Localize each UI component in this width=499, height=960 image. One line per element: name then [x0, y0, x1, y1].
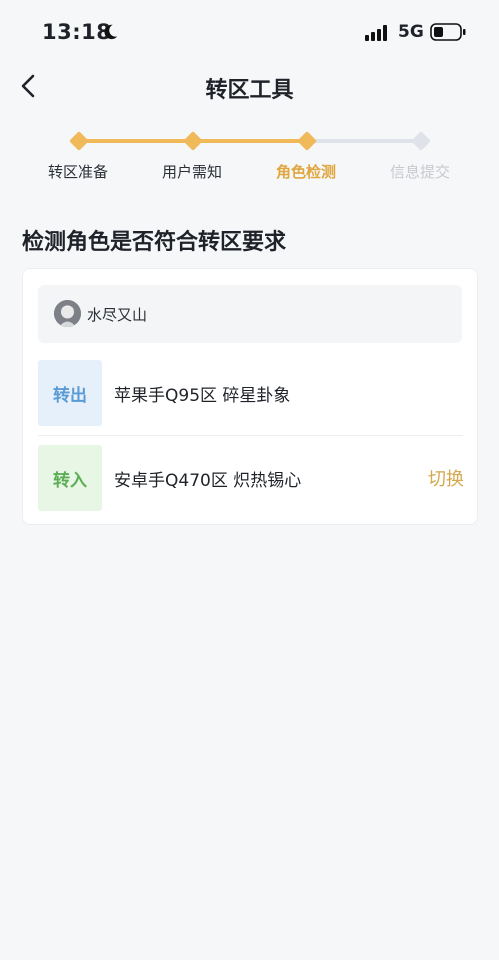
section-title: 检测角色是否符合转区要求: [22, 230, 287, 255]
switch-server-button[interactable]: 切换: [428, 465, 464, 491]
transfer-out-server: 苹果手Q95区 碎星卦象: [114, 386, 291, 406]
step-label-1: 转区准备: [47, 163, 108, 181]
transfer-in-server: 安卓手Q470区 炽热锡心: [114, 471, 302, 491]
transfer-out-row: 转出 苹果手Q95区 碎星卦象: [38, 360, 464, 426]
step-marker-1: [69, 131, 89, 151]
divider: [38, 435, 463, 436]
step-label-4: 信息提交: [389, 163, 450, 181]
page-title: 转区工具: [205, 78, 294, 103]
battery-icon: [430, 23, 466, 41]
status-bar: 13:18 5G: [0, 0, 499, 66]
user-name: 水尽又山: [87, 306, 148, 324]
step-connector: [307, 139, 421, 143]
transfer-in-row: 转入 安卓手Q470区 炽热锡心 切换: [38, 445, 464, 511]
step-label-3: 角色检测: [275, 163, 336, 181]
step-label-2: 用户需知: [161, 163, 222, 181]
moon-icon: [104, 24, 118, 40]
step-marker-2: [183, 131, 203, 151]
transfer-in-tag: 转入: [38, 445, 102, 511]
signal-icon: [365, 25, 387, 41]
transfer-out-tag: 转出: [38, 360, 102, 426]
role-check-card: 水尽又山 转出 苹果手Q95区 碎星卦象 转入 安卓手Q470区 炽热锡心 切换: [22, 268, 478, 525]
user-info-row: 水尽又山: [38, 285, 462, 343]
network-type: 5G: [398, 22, 424, 42]
step-marker-3: [297, 131, 317, 151]
avatar: [54, 300, 81, 327]
step-marker-4: [411, 131, 431, 151]
